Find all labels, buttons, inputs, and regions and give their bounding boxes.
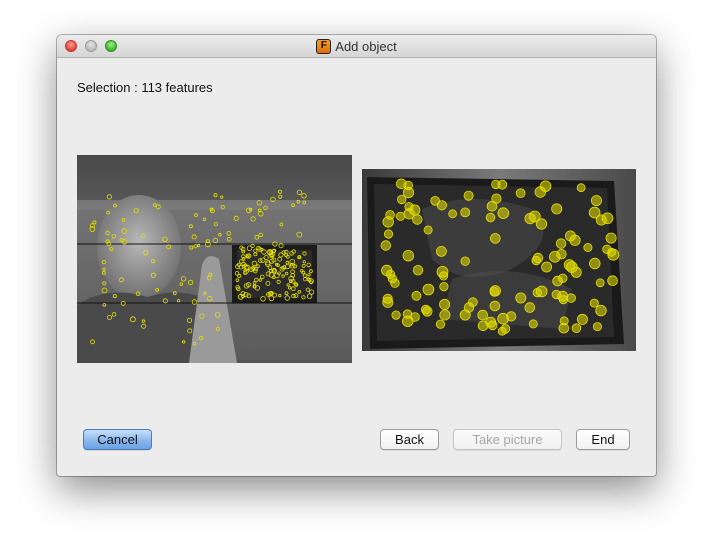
title-bar: F Add object [57,35,656,58]
selection-count-label: Selection : 113 features [77,80,213,95]
cancel-button[interactable]: Cancel [83,429,152,450]
back-button[interactable]: Back [380,429,439,450]
end-button[interactable]: End [576,429,630,450]
take-picture-button[interactable]: Take picture [453,429,562,450]
app-icon-letter: F [320,40,327,51]
window-title: Add object [335,38,397,54]
title-group: F Add object [57,35,656,57]
camera-frame-image[interactable] [77,155,352,363]
object-preview-image [362,169,636,351]
app-icon: F [316,38,332,54]
add-object-window: F Add object Selection : 113 features Ca… [57,35,656,476]
